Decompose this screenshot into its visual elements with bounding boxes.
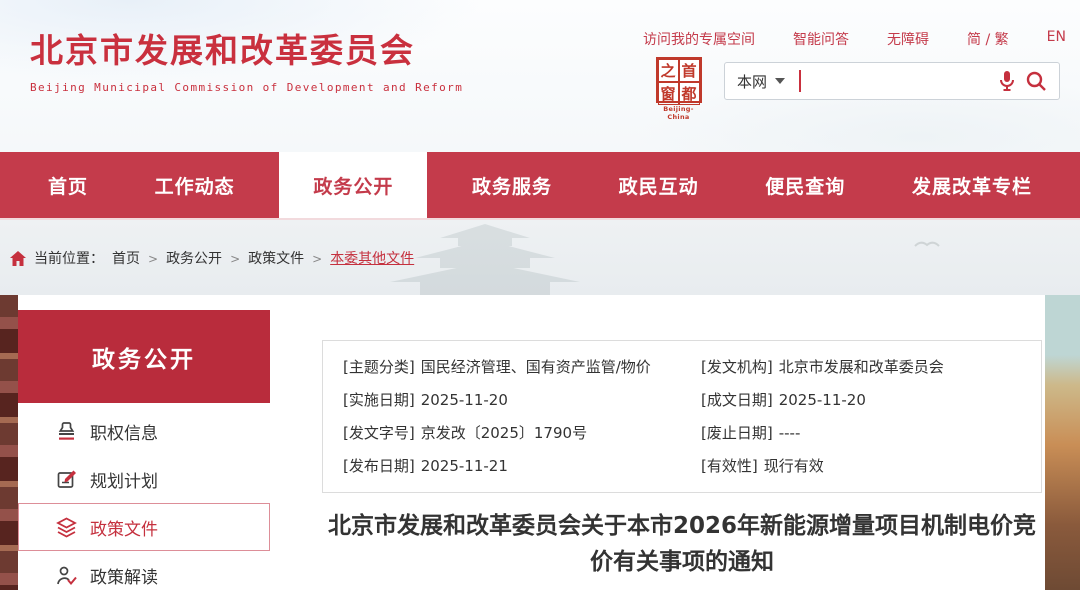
seal-character: 首 [679, 59, 700, 82]
meta-label: [发文机构] [701, 358, 773, 376]
breadcrumb-items: 首页政务公开政策文件本委其他文件 [112, 248, 414, 268]
meta-field: [实施日期] 2025-11-20 [343, 388, 701, 412]
sidebar-menu-item[interactable]: 政策解读 [18, 551, 270, 590]
nav-tab-label: 发展改革专栏 [912, 172, 1032, 199]
layers-icon [56, 517, 77, 538]
nav-tab-label: 工作动态 [155, 172, 235, 199]
meta-value: 2025-11-20 [421, 391, 508, 409]
search-bar[interactable]: 本网 [724, 62, 1060, 100]
nav-tab-label: 政民互动 [619, 172, 699, 199]
microphone-icon[interactable] [999, 70, 1015, 92]
background-image-right [1045, 295, 1080, 590]
main-nav: 首页 工作动态 政务公开 政务服务 政民互动 便民查询 发展改革专栏 [0, 152, 1080, 218]
nav-tab-label: 首页 [48, 172, 88, 199]
meta-value: ---- [779, 424, 801, 442]
top-link[interactable]: 简 / 繁 [967, 29, 1009, 49]
background-image-left [0, 295, 18, 590]
meta-field: [发文机构] 北京市发展和改革委员会 [701, 355, 1021, 379]
capital-window-seal[interactable]: 之首窗都 Beijing-China [655, 57, 702, 121]
breadcrumb: 当前位置： 首页政务公开政策文件本委其他文件 [10, 248, 414, 268]
nav-tab[interactable]: 工作动态 [133, 152, 257, 218]
sidebar-menu-item[interactable]: 政策文件 [18, 503, 270, 551]
sidebar-menu-item[interactable]: 职权信息 [18, 407, 270, 455]
nav-tab[interactable]: 发展改革专栏 [890, 152, 1054, 218]
meta-value: 现行有效 [764, 457, 824, 475]
meta-label: [成文日期] [701, 391, 773, 409]
nav-tab[interactable]: 政务公开 [279, 152, 427, 218]
top-link[interactable]: EN [1047, 29, 1066, 49]
sidebar-item-label: 职权信息 [90, 419, 158, 444]
nav-tab[interactable]: 政民互动 [597, 152, 721, 218]
search-icon[interactable] [1025, 70, 1047, 92]
meta-field: [有效性] 现行有效 [701, 454, 1021, 478]
site-title: 北京市发展和改革委员会 [30, 24, 463, 72]
site-header: 北京市发展和改革委员会 Beijing Municipal Commission… [0, 0, 1080, 152]
breadcrumb-link[interactable]: 首页 [112, 248, 158, 268]
nav-tab[interactable]: 便民查询 [743, 152, 867, 218]
document-main: [主题分类] 国民经济管理、国有资产监管/物价 [发文机构] 北京市发展和改革委员会… [270, 295, 1045, 590]
meta-label: [发文字号] [343, 424, 415, 442]
search-scope-label: 本网 [737, 71, 767, 92]
meta-field: [主题分类] 国民经济管理、国有资产监管/物价 [343, 355, 701, 379]
meta-value: 2025-11-20 [779, 391, 866, 409]
meta-label: [有效性] [701, 457, 758, 475]
document-meta-box: [主题分类] 国民经济管理、国有资产监管/物价 [发文机构] 北京市发展和改革委员会… [322, 340, 1042, 493]
meta-value: 北京市发展和改革委员会 [779, 358, 944, 376]
meta-field: [发文字号] 京发改〔2025〕1790号 [343, 421, 701, 445]
sidebar-item-label: 政策解读 [90, 563, 158, 588]
seal-grid: 之首窗都 [656, 57, 702, 103]
meta-label: [主题分类] [343, 358, 415, 376]
seal-character: 之 [658, 59, 679, 82]
nav-tab-label: 政务服务 [472, 172, 552, 199]
meta-label: [废止日期] [701, 424, 773, 442]
site-logo[interactable]: 北京市发展和改革委员会 Beijing Municipal Commission… [30, 24, 463, 94]
stamp-icon [56, 421, 77, 442]
top-utility-links: 访问我的专属空间 智能问答 无障碍 简 / 繁 EN [643, 29, 1066, 49]
sidebar: 政务公开 职权信息 规划计划 [18, 295, 270, 590]
meta-field: [废止日期] ---- [701, 421, 1021, 445]
content-area: 政务公开 职权信息 规划计划 [0, 295, 1080, 590]
seal-caption: Beijing-China [655, 105, 702, 121]
nav-tab[interactable]: 首页 [26, 152, 110, 218]
text-cursor [799, 70, 801, 92]
nav-tab-label: 政务公开 [313, 172, 393, 199]
nav-tab-label: 便民查询 [765, 172, 845, 199]
chevron-down-icon [775, 78, 785, 84]
breadcrumb-link[interactable]: 政策文件 [248, 248, 322, 268]
plan-icon [56, 469, 77, 490]
meta-value: 京发改〔2025〕1790号 [421, 424, 587, 442]
sidebar-title[interactable]: 政务公开 [18, 310, 270, 403]
seal-character: 窗 [658, 82, 679, 105]
meta-label: [发布日期] [343, 457, 415, 475]
seal-character: 都 [679, 82, 700, 105]
bird-watermark [914, 238, 940, 250]
top-link[interactable]: 无障碍 [887, 29, 929, 49]
meta-field: [发布日期] 2025-11-21 [343, 454, 701, 478]
person-check-icon [56, 565, 77, 586]
meta-value: 国民经济管理、国有资产监管/物价 [421, 358, 651, 376]
content-panel: 政务公开 职权信息 规划计划 [18, 295, 1045, 590]
document-title: 北京市发展和改革委员会关于本市2026年新能源增量项目机制电价竞价有关事项的通知 [322, 509, 1042, 580]
search-scope-dropdown[interactable]: 本网 [737, 71, 785, 92]
breadcrumb-link[interactable]: 政务公开 [166, 248, 240, 268]
breadcrumb-prefix: 当前位置： [34, 248, 104, 268]
sidebar-item-label: 政策文件 [90, 515, 158, 540]
top-link[interactable]: 访问我的专属空间 [643, 29, 755, 49]
site-subtitle-en: Beijing Municipal Commission of Developm… [30, 81, 463, 94]
top-link[interactable]: 智能问答 [793, 29, 849, 49]
sidebar-menu: 职权信息 规划计划 政策文件 [18, 407, 270, 590]
meta-label: [实施日期] [343, 391, 415, 409]
sidebar-item-label: 规划计划 [90, 467, 158, 492]
nav-tab[interactable]: 政务服务 [450, 152, 574, 218]
home-icon[interactable] [10, 251, 26, 266]
sidebar-menu-item[interactable]: 规划计划 [18, 455, 270, 503]
breadcrumb-band: 当前位置： 首页政务公开政策文件本委其他文件 [0, 218, 1080, 295]
meta-field: [成文日期] 2025-11-20 [701, 388, 1021, 412]
breadcrumb-link[interactable]: 本委其他文件 [330, 248, 414, 268]
meta-value: 2025-11-21 [421, 457, 508, 475]
